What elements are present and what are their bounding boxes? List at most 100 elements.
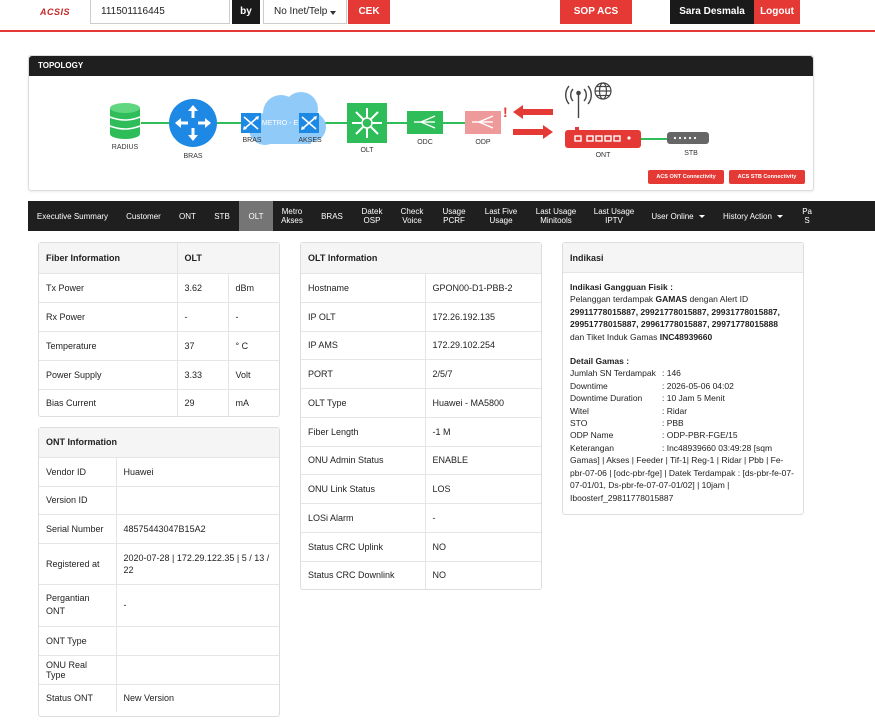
akses-label: AKSES [298,137,322,144]
list-item: Downtime Duration: 10 Jam 5 Menit [570,393,725,404]
search-input[interactable] [90,0,230,24]
stb-device-icon [667,132,709,144]
stb-node[interactable]: STB [667,132,709,157]
table-row: OLT Type Huawei - MA5800 [301,387,541,417]
ont-information-table: ONT Information Vendor ID Huawei Version … [39,428,279,712]
tab-last-usage-iptv[interactable]: Last Usage IPTV [585,201,643,231]
table-row: Vendor ID Huawei [39,456,279,486]
olt-information-table: OLT Information Hostname GPON00-D1-PBB-2 … [301,243,541,589]
chevron-down-icon [776,214,783,218]
metro-label: METRO - E [262,120,298,127]
table-row: Pergantian ONT - [39,583,279,626]
table-row: Serial Number 48575443047B15A2 [39,513,279,543]
table-row: ONU Real Type [39,654,279,684]
tab-datek-osp[interactable]: Datek OSP [353,201,391,231]
tab-metro-akses[interactable]: Metro Akses [273,201,311,231]
table-row: ONU Admin Status ENABLE [301,445,541,474]
list-item: ODP Name: ODP-PBR-FGE/15 [570,430,738,441]
bras-label: BRAS [183,153,202,160]
stb-label: STB [684,150,698,157]
database-icon [109,103,141,139]
globe-icon [594,82,612,100]
ont-label: ONT [596,152,612,159]
acs-ont-connectivity-button[interactable]: ACS ONT Connectivity [648,170,724,184]
indikasi-panel: Indikasi Indikasi Gangguan Fisik : Pelan… [562,242,804,515]
table-row: Temperature 37 ° C [39,330,279,360]
table-row: Version ID [39,485,279,514]
odc-label: ODC [417,139,433,146]
olt-label: OLT [360,147,374,154]
radius-label: RADIUS [112,144,139,151]
bras-node[interactable]: BRAS [169,99,217,160]
table-row: Bias Current 29 mA [39,388,279,417]
table-row: LOSi Alarm - [301,502,541,532]
ticket-line: dan Tiket Induk Gamas INC48939660 [570,331,713,342]
tab-bar: Executive Summary Customer ONT STB OLT M… [28,201,814,231]
odc-node[interactable]: ODC [407,111,443,146]
acs-stb-connectivity-button[interactable]: ACS STB Connectivity [729,170,805,184]
logout-button[interactable]: Logout [754,0,800,24]
cek-button[interactable]: CEK [348,0,390,24]
fiber-info-title: Fiber Information [39,243,177,273]
chevron-down-icon [698,214,705,218]
table-row: Registered at 2020-07-28 | 172.29.122.35 … [39,542,279,584]
table-row: IP AMS 172.29.102.254 [301,330,541,359]
tab-last-usage-minitools[interactable]: Last Usage Minitools [527,201,585,231]
indikasi-heading: Indikasi Gangguan Fisik : [570,282,673,292]
search-type-select[interactable]: No Inet/Telp [263,0,347,24]
tab-bar-overflow [814,201,875,231]
detail-gamas-heading: Detail Gamas : [570,356,630,367]
list-item: STO: PBB [570,418,684,429]
ont-information-panel: ONT Information Vendor ID Huawei Version … [38,427,280,717]
indikasi-title: Indikasi [563,243,803,273]
wifi-icon [565,85,592,118]
table-row: PORT 2/5/7 [301,358,541,388]
switch-icon [299,113,319,133]
bras-port-label: BRAS [242,137,261,144]
ont-info-title: ONT Information [39,428,279,457]
fiber-information-table: Fiber Information OLT Tx Power 3.62 dBm Rx… [39,243,279,417]
tab-customer[interactable]: Customer [117,201,170,231]
table-row: Rx Power - - [39,301,279,331]
olt-node[interactable]: OLT [347,103,387,154]
ont-node[interactable]: ONT [565,127,641,159]
list-item: Keterangan: Inc48939660 03:49:28 [sqm [570,442,773,453]
chevron-down-icon [330,11,336,15]
table-row: Fiber Length -1 M [301,416,541,446]
tab-olt[interactable]: OLT [239,201,273,231]
table-row: Status CRC Uplink NO [301,531,541,561]
tab-last-five-usage[interactable]: Last Five Usage [475,201,527,231]
tab-executive-summary[interactable]: Executive Summary [28,201,117,231]
user-name[interactable]: Sara Desmala [670,0,754,24]
table-row: Status CRC Downlink NO [301,560,541,589]
table-row: ONU Link Status LOS [301,473,541,503]
topology-title: TOPOLOGY [29,56,813,76]
sop-acs-button[interactable]: SOP ACS [560,0,632,24]
tab-history-action[interactable]: History Action [713,201,793,231]
gamas-notice: Pelanggan terdampak GAMAS dengan Alert I… [570,294,749,305]
table-row: IP OLT 172.26.192.135 [301,301,541,331]
tab-user-online[interactable]: User Online [643,201,713,231]
by-label: by [232,0,260,24]
tab-stb[interactable]: STB [205,201,239,231]
alert-icon: ! [503,104,508,120]
table-row: ONT Type [39,625,279,655]
metro-node[interactable]: METRO - E BRAS AKSES [241,92,326,145]
list-item: Jumlah SN Terdampak: 146 [570,368,681,379]
tab-check-voice[interactable]: Check Voice [391,201,433,231]
tab-truncated[interactable]: Pa S [793,201,814,231]
odp-node[interactable]: ODP [465,111,501,146]
app-logo[interactable]: ACSIS [40,7,70,17]
tab-ont[interactable]: ONT [170,201,205,231]
fiber-information-panel: Fiber Information OLT Tx Power 3.62 dBm Rx… [38,242,280,417]
list-item: Downtime: 2026-05-06 04:02 [570,380,734,391]
ont-table-header: ONT Information [39,428,279,457]
alert-ids: 29911778015887, 29921778015887, 29931778… [570,306,780,330]
indikasi-body: Indikasi Gangguan Fisik : Pelanggan terd… [563,273,803,512]
olt-information-panel: OLT Information Hostname GPON00-D1-PBB-2 … [300,242,542,590]
table-row: Status ONT New Version [39,683,279,712]
radius-node[interactable]: RADIUS [109,103,141,151]
switch-icon [241,113,261,133]
tab-usage-pcrf[interactable]: Usage PCRF [433,201,475,231]
tab-bras[interactable]: BRAS [311,201,353,231]
